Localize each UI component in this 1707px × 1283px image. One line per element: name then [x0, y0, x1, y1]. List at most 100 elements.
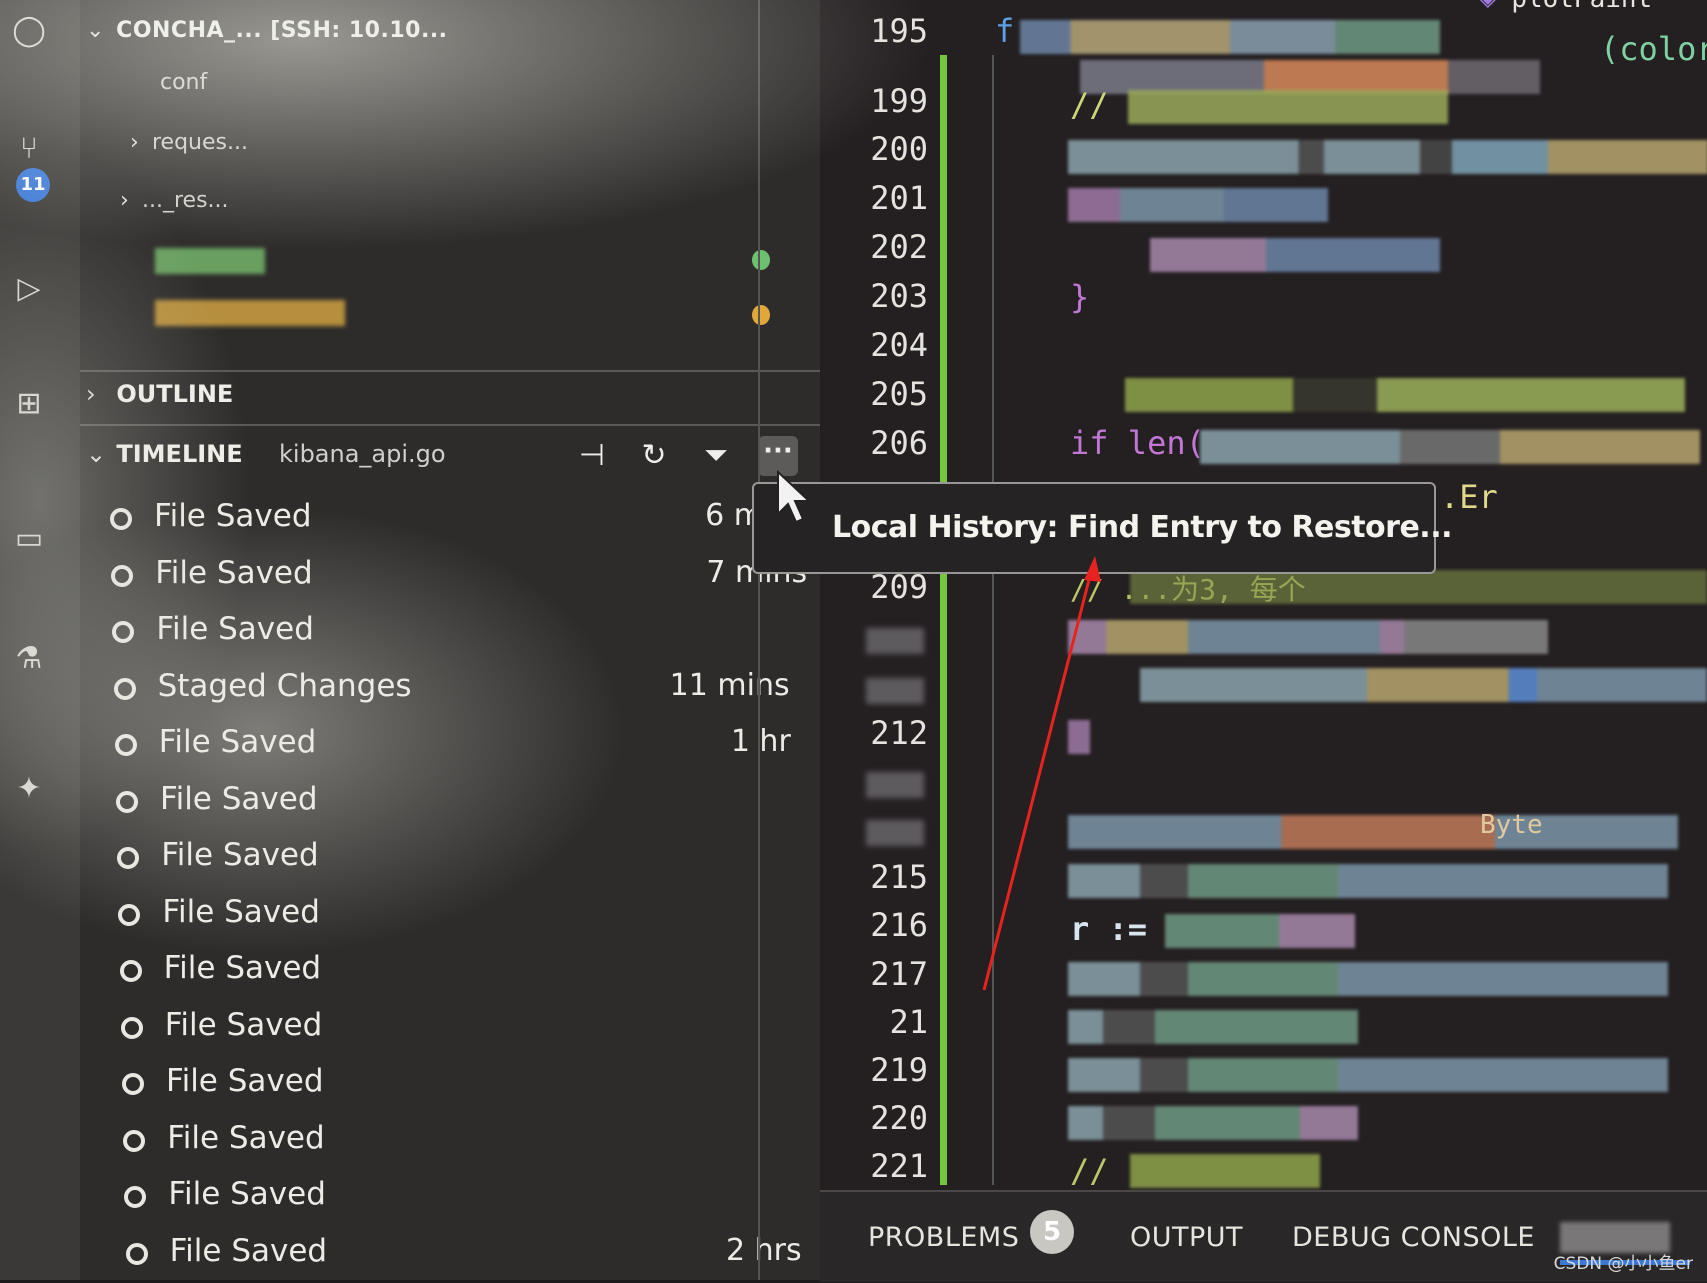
tree-item-agent[interactable]	[155, 300, 345, 326]
timeline-entry-label: File Saved	[167, 1119, 325, 1156]
timeline-entry[interactable]: File Saved	[116, 948, 796, 1000]
pixelated-code	[1068, 1058, 1668, 1092]
timeline-entry-label: File Saved	[168, 1176, 326, 1212]
problems-count-badge: 5	[1030, 1210, 1074, 1254]
line-number: 215	[870, 858, 928, 896]
pixelated-code	[1068, 1106, 1358, 1140]
tooltip-local-history: Local History: Find Entry to Restore...	[752, 482, 1453, 574]
timeline-entry-label: File Saved	[155, 554, 313, 591]
line-number: 203	[870, 277, 928, 315]
pixelated-code	[1125, 378, 1685, 412]
extensions-icon[interactable]: ⊞	[10, 385, 48, 423]
timeline-entry[interactable]: File Saved	[119, 1118, 799, 1170]
line-number: 202	[870, 228, 928, 266]
code-line-199: //	[1070, 86, 1109, 124]
line-number: 216	[870, 906, 928, 944]
timeline-entry-label: File Saved	[166, 1063, 324, 1099]
circle-outline-icon	[123, 1129, 146, 1152]
timeline-entry[interactable]: File Saved	[114, 892, 794, 944]
circle-outline-icon	[116, 790, 138, 813]
code-line-221: //	[1070, 1152, 1109, 1190]
tree-item-green[interactable]	[155, 248, 265, 274]
chevron-down-icon: ⌄	[86, 440, 107, 468]
circle-outline-icon	[112, 621, 135, 643]
git-status-dot-added	[752, 250, 770, 270]
timeline-entry-label: File Saved	[158, 724, 317, 760]
line-number: 201	[870, 179, 928, 217]
line-number: 217	[870, 955, 928, 993]
source-control-icon[interactable]: ⑂	[10, 130, 48, 168]
circle-outline-icon	[124, 1186, 147, 1208]
timeline-entry[interactable]: File Saved7 mins	[107, 553, 807, 605]
timeline-entry-label: File Saved	[161, 837, 319, 873]
timeline-entry[interactable]: File Saved	[113, 835, 793, 887]
breadcrumb-symbol: ◈ plotPaint	[1480, 0, 1652, 14]
pixelated-code	[1068, 188, 1328, 222]
pixelated-code	[1068, 815, 1678, 849]
timeline-entry[interactable]: File Saved	[112, 779, 792, 831]
tree-item-res[interactable]: › ..._res...	[120, 188, 229, 213]
code-line-195-tail: (color.	[1600, 30, 1707, 68]
circle-outline-icon	[117, 847, 140, 869]
tree-item-reques[interactable]: › reques...	[130, 130, 248, 155]
source-control-badge: 11	[16, 168, 50, 202]
pixelated-code	[1200, 430, 1700, 464]
tab-debug-console[interactable]: DEBUG CONSOLE	[1292, 1222, 1535, 1253]
pixelated-code	[1150, 238, 1440, 272]
account-circle-icon[interactable]: ◯	[10, 12, 48, 50]
timeline-entry[interactable]: Staged Changes 11 mins	[110, 666, 790, 718]
pin-icon[interactable]: ⊣	[572, 436, 612, 476]
timeline-section-header[interactable]: ⌄ TIMELINE kibana_api.go	[86, 440, 446, 468]
watermark: CSDN @小小鱼er	[1553, 1254, 1693, 1274]
circle-outline-icon	[122, 1073, 144, 1095]
git-status-dot-modified	[752, 305, 770, 325]
timeline-entry-time: 2 hrs	[725, 1232, 802, 1268]
timeline-entry[interactable]: File Saved	[108, 609, 788, 661]
pixelated-code	[1068, 140, 1707, 174]
run-debug-icon[interactable]: ▷	[10, 270, 48, 308]
timeline-entry[interactable]: File Saved	[118, 1061, 798, 1113]
timeline-entry[interactable]: File Saved 2 hrs	[122, 1231, 802, 1283]
timeline-entry-label: File Saved	[163, 950, 322, 986]
chevron-right-icon: ›	[120, 188, 129, 213]
timeline-entry[interactable]: File Saved	[120, 1174, 800, 1226]
pixelated-code	[1080, 60, 1540, 94]
tree-item-conf[interactable]: conf	[160, 70, 207, 95]
code-line-206: if len(	[1070, 424, 1205, 462]
chevron-right-icon: ›	[86, 380, 96, 408]
pixelated-code	[1068, 864, 1668, 898]
timeline-entry[interactable]: File Saved	[117, 1005, 797, 1057]
pixelated-code	[1068, 620, 1548, 654]
pixelated-code	[1068, 720, 1090, 754]
refresh-icon[interactable]: ↻	[634, 436, 674, 476]
circle-outline-icon	[110, 508, 132, 530]
sidebar-scroll-edge	[758, 0, 760, 1280]
mouse-cursor-icon	[777, 470, 812, 524]
line-number-pixelated	[866, 628, 924, 654]
circle-outline-icon	[125, 1242, 148, 1265]
explorer-root[interactable]: ⌄ CONCHA_... [SSH: 10.10...	[86, 18, 448, 43]
line-number: 199	[870, 82, 928, 120]
timeline-file-name: kibana_api.go	[279, 440, 446, 468]
pixelated-code	[1130, 570, 1707, 604]
activity-bar: ◯ ⑂ 11 ▷ ⊞ ▭ ⚗ ✦	[0, 0, 80, 1280]
line-number-pixelated	[866, 820, 924, 846]
tab-problems[interactable]: PROBLEMS	[868, 1222, 1019, 1253]
tab-output[interactable]: OUTPUT	[1130, 1222, 1243, 1253]
line-number: 200	[870, 130, 928, 168]
circle-outline-icon	[119, 960, 142, 982]
other-extension-icon[interactable]: ✦	[10, 770, 48, 808]
timeline-entry[interactable]: File Saved6 mins	[106, 496, 806, 548]
line-number: 195	[870, 12, 928, 50]
testing-icon[interactable]: ⚗	[10, 640, 48, 678]
timeline-entry-time: 11 mins	[669, 667, 790, 703]
section-divider	[80, 370, 820, 372]
timeline-entry[interactable]: File Saved 1 hr	[111, 722, 791, 774]
pixelated-code	[1140, 668, 1707, 702]
timeline-entry-label: Staged Changes	[157, 667, 412, 704]
line-number: 21	[889, 1003, 928, 1041]
remote-explorer-icon[interactable]: ▭	[10, 520, 48, 558]
outline-section-header[interactable]: › OUTLINE	[86, 380, 233, 408]
filter-icon[interactable]: ⏷	[696, 436, 736, 476]
git-modified-gutter-bar	[940, 55, 947, 1185]
